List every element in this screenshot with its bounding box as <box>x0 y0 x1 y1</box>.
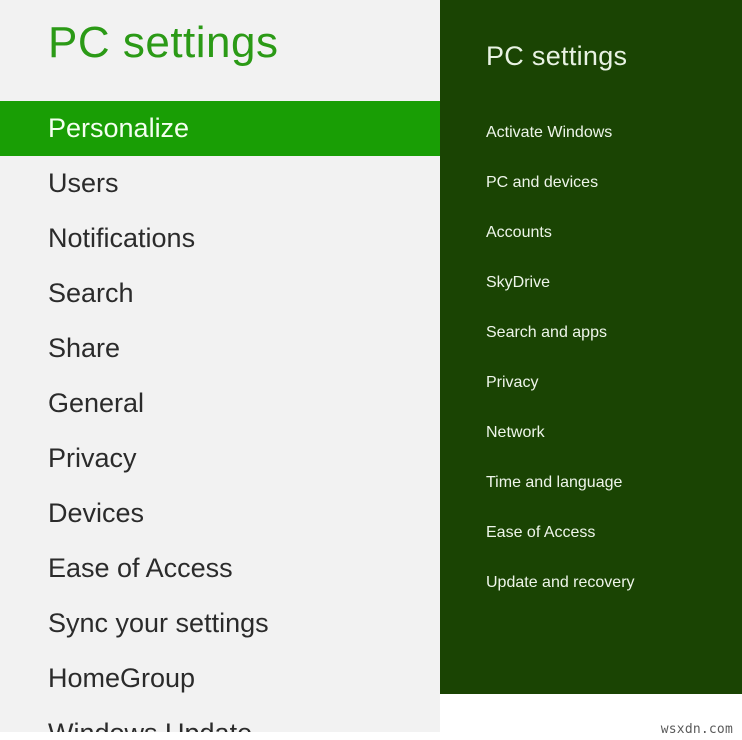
right-nav-item-privacy[interactable]: Privacy <box>440 358 742 408</box>
right-nav-item-skydrive[interactable]: SkyDrive <box>440 258 742 308</box>
bottom-white-area: wsxdn.com <box>440 694 742 740</box>
right-nav-item-search-and-apps[interactable]: Search and apps <box>440 308 742 358</box>
sidebar-item-users[interactable]: Users <box>0 156 440 211</box>
left-settings-nav: Personalize Users Notifications Search Share… <box>0 101 440 732</box>
right-nav-item-accounts[interactable]: Accounts <box>440 208 742 258</box>
right-nav-item-pc-and-devices[interactable]: PC and devices <box>440 158 742 208</box>
left-page-title: PC settings <box>48 18 279 67</box>
left-settings-panel: PC settings Personalize Users Notification… <box>0 0 440 732</box>
right-nav-item-time-and-language[interactable]: Time and language <box>440 458 742 508</box>
sidebar-item-privacy[interactable]: Privacy <box>0 431 440 486</box>
sidebar-item-ease-of-access[interactable]: Ease of Access <box>0 541 440 596</box>
sidebar-item-devices[interactable]: Devices <box>0 486 440 541</box>
sidebar-item-personalize[interactable]: Personalize <box>0 101 440 156</box>
sidebar-item-share[interactable]: Share <box>0 321 440 376</box>
pc-settings-screenshot: PC settings Personalize Users Notification… <box>0 0 742 740</box>
right-nav-item-activate-windows[interactable]: Activate Windows <box>440 108 742 158</box>
right-page-title: PC settings <box>486 41 628 71</box>
sidebar-item-search[interactable]: Search <box>0 266 440 321</box>
right-nav-item-ease-of-access[interactable]: Ease of Access <box>440 508 742 558</box>
sidebar-item-windows-update[interactable]: Windows Update <box>0 706 440 732</box>
right-settings-panel: PC settings Activate Windows PC and devic… <box>440 0 742 694</box>
sidebar-item-homegroup[interactable]: HomeGroup <box>0 651 440 706</box>
right-settings-nav: Activate Windows PC and devices Accounts Sk… <box>440 108 742 608</box>
watermark-text: wsxdn.com <box>660 722 733 737</box>
sidebar-item-notifications[interactable]: Notifications <box>0 211 440 266</box>
sidebar-item-general[interactable]: General <box>0 376 440 431</box>
sidebar-item-sync-your-settings[interactable]: Sync your settings <box>0 596 440 651</box>
right-nav-item-network[interactable]: Network <box>440 408 742 458</box>
left-panel-bottom-strip <box>0 732 440 740</box>
right-nav-item-update-and-recovery[interactable]: Update and recovery <box>440 558 742 608</box>
